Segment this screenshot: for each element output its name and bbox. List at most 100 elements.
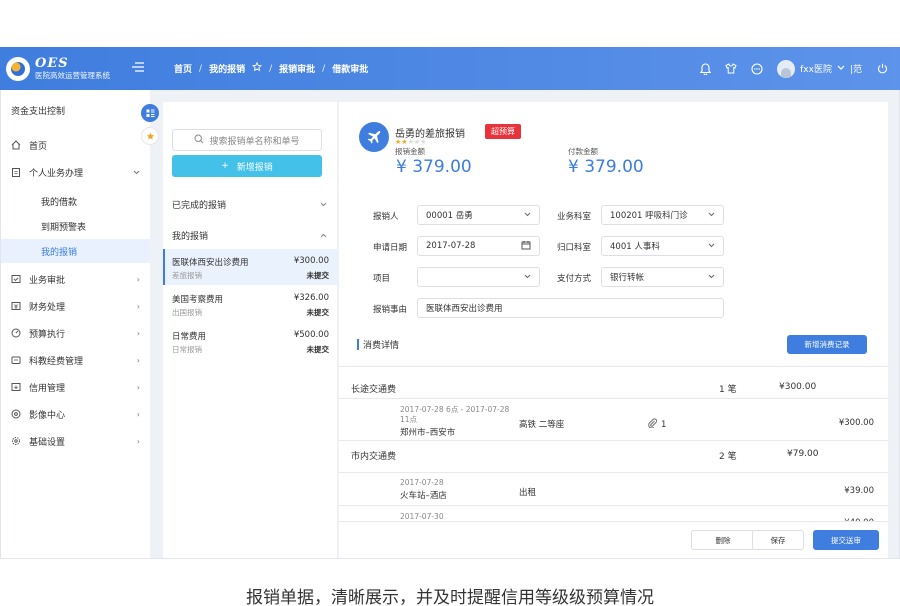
sidebar-item-research[interactable]: 科教经费管理 › [1,348,150,372]
home-icon [11,140,21,150]
record-type: 出租 [519,488,537,498]
power-icon[interactable] [876,63,888,75]
chevron-right-icon: › [136,382,140,392]
add-expense-button[interactable]: 新增消费记录 [787,335,867,354]
over-budget-badge: 超预算 [485,124,521,139]
sidebar-item-image-center[interactable]: 影像中心 › [1,402,150,426]
logo[interactable]: OES 医院高效运营管理系统 [0,56,150,81]
grid-view-icon[interactable] [141,104,159,122]
chevron-right-icon: › [136,409,140,419]
user-name: fxx医院 [800,65,832,75]
category-total: ¥300.00 [779,382,817,392]
expense-category[interactable]: 长途交通费 1 笔 ¥300.00 [351,382,816,396]
claim-title: 美国考察费用 [172,295,224,305]
expense-record[interactable]: 2017-07-28 火车站–酒店 出租 ¥39.00 [400,478,880,501]
reason-value: 医联体西安出诊费用 [426,304,503,314]
sidebar-subitem-due-warning[interactable]: 到期预警表 [1,214,150,238]
claimant-label: 报销人 [373,212,399,222]
chat-icon[interactable] [751,62,763,75]
claim-amount-value: ¥ 379.00 [396,157,472,177]
dept-select[interactable]: 100201 呼吸科门诊 [601,205,724,225]
sidebar-item-approval[interactable]: 业务审批 › [1,267,150,291]
sidebar-item-finance[interactable]: 财务处理 › [1,294,150,318]
category-count: 1 笔 [719,385,737,395]
pay-amount-value: ¥ 379.00 [568,157,644,177]
list-item[interactable]: 日常费用 ¥500.00 日常报销 未提交 [163,323,337,359]
logo-subtitle: 医院高效运营管理系统 [35,70,110,80]
expense-category[interactable]: 市内交通费 2 笔 ¥79.00 [351,449,819,463]
claim-status: 未提交 [306,271,330,280]
breadcrumb: 首页 / 我的报销 / 报销审批 / 借款审批 [174,61,368,75]
category-name: 市内交通费 [351,452,397,462]
breadcrumb-loan-approval[interactable]: 借款审批 [332,62,368,75]
chevron-right-icon: › [136,436,140,446]
project-label: 项目 [373,274,391,284]
dept-label: 业务科室 [557,212,592,222]
list-item[interactable]: 美国考察费用 ¥326.00 出国报销 未提交 [163,286,337,322]
sidebar-subitem-my-claims[interactable]: 我的报销 [1,239,150,263]
logo-name: OES [35,56,69,72]
breadcrumb-my-claims[interactable]: 我的报销 [209,62,245,75]
sidebar-item-label: 科教经费管理 [29,356,84,367]
attachment-count[interactable]: 1 [648,418,666,431]
breadcrumb-claim-approval[interactable]: 报销审批 [279,62,315,75]
group-completed[interactable]: 已完成的报销 [163,194,337,214]
user-menu[interactable]: fxx医院 |范 [777,59,862,78]
search-input[interactable]: 搜索报销单名称和单号 [172,129,322,151]
credit-icon [11,382,21,392]
divider [339,472,888,473]
date-picker[interactable]: 2017-07-28 [417,236,540,256]
claim-amount: ¥300.00 [293,256,329,266]
favorite-star-icon[interactable] [141,127,159,145]
claim-list-panel: 搜索报销单名称和单号 + 新增报销 已完成的报销 我的报销 医联体西安出诊费用 ¥… [163,102,337,558]
record-amount: ¥300.00 [838,418,874,428]
claimant-select[interactable]: 00001 岳勇 [417,205,540,225]
bell-icon[interactable] [699,62,711,75]
settings-icon [11,436,21,446]
breadcrumb-home[interactable]: 首页 [174,62,192,75]
divider [339,505,888,506]
sidebar-item-budget[interactable]: 预算执行 › [1,321,150,345]
chevron-down-icon [837,64,845,74]
chevron-down-icon [133,168,140,177]
sidebar-item-personal-business[interactable]: 个人业务办理 [1,160,150,184]
tshirt-icon[interactable] [725,63,737,75]
budget-icon [11,328,21,338]
finance-icon [11,301,21,311]
submit-button[interactable]: 提交送审 [813,530,879,550]
sidebar-subitem-my-loans[interactable]: 我的借款 [1,189,150,213]
sidebar-item-home[interactable]: 首页 [1,133,150,157]
rating-stars-filled: ★★ [395,138,408,146]
category-count: 2 笔 [719,452,737,462]
attachment-count-text: 1 [661,419,667,430]
chevron-down-icon [708,211,715,219]
save-button[interactable]: 保存 [752,530,804,550]
reason-input[interactable]: 医联体西安出诊费用 [417,298,724,318]
chevron-up-icon [320,231,327,240]
rating-stars-empty: ★★★ [407,138,427,146]
image-icon [11,409,21,419]
group-mine[interactable]: 我的报销 [163,225,337,245]
search-placeholder: 搜索报销单名称和单号 [209,136,300,147]
list-item[interactable]: 医联体西安出诊费用 ¥300.00 差旅报销 未提交 [163,249,337,285]
new-claim-button[interactable]: + 新增报销 [172,155,322,177]
owner-dept-select[interactable]: 4001 人事科 [601,236,724,256]
group-label: 已完成的报销 [172,200,227,211]
project-select[interactable] [417,267,540,287]
record-route: 郑州市–西安市 [400,427,456,438]
favorite-star-icon[interactable] [252,61,263,75]
new-claim-label: 新增报销 [236,162,273,173]
menu-toggle-icon[interactable] [132,61,150,76]
sidebar-item-credit[interactable]: 信用管理 › [1,375,150,399]
expense-record[interactable]: 2017-07-28 6点 - 2017-07-28 11点 郑州市–西安市 高… [400,405,880,438]
avatar [777,59,796,78]
claim-title: 医联体西安出诊费用 [172,258,249,268]
reason-label: 报销事由 [373,305,408,315]
record-date: 2017-07-28 [400,478,444,487]
pay-method-select[interactable]: 银行转帐 [601,267,724,287]
sidebar: 资金支出控制 首页 个人业务办理 我的借款 到期预警表 我的报销 业务审批 › … [1,90,150,558]
expense-section-title: 消费详情 [357,338,399,351]
sidebar-item-settings[interactable]: 基础设置 › [1,429,150,453]
claim-type: 差旅报销 [172,271,202,280]
delete-button[interactable]: 删除 [691,530,755,550]
